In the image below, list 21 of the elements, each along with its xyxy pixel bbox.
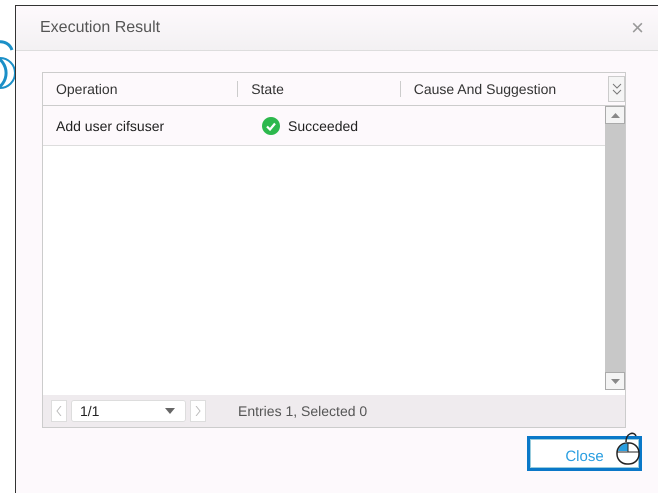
scroll-up-button[interactable] [605, 106, 625, 124]
window-title: Execution Result [40, 19, 160, 37]
column-header: State [237, 81, 400, 97]
scrollbar[interactable] [605, 106, 625, 390]
chevron-right-icon [195, 406, 201, 416]
status-text: Succeeded [288, 118, 358, 134]
column-menu-button[interactable] [608, 76, 625, 102]
table-cell-text: Add user cifsuser [55, 118, 166, 134]
up-arrow-icon [610, 112, 620, 118]
previous-page-button[interactable] [51, 400, 67, 422]
next-page-button[interactable] [190, 400, 206, 422]
chevron-left-icon [56, 406, 62, 416]
column-header: Operation [55, 81, 118, 97]
entries-summary: Entries 1, Selected 0 [238, 403, 368, 419]
column-header: Cause And Suggestion [400, 81, 608, 97]
down-arrow-icon [610, 378, 620, 384]
double-chevron-icon [612, 82, 622, 96]
page-select[interactable]: 1/1 [71, 400, 186, 422]
caret-icon [165, 408, 175, 414]
scroll-down-button[interactable] [605, 372, 625, 390]
mouse-cursor-icon [614, 430, 642, 466]
